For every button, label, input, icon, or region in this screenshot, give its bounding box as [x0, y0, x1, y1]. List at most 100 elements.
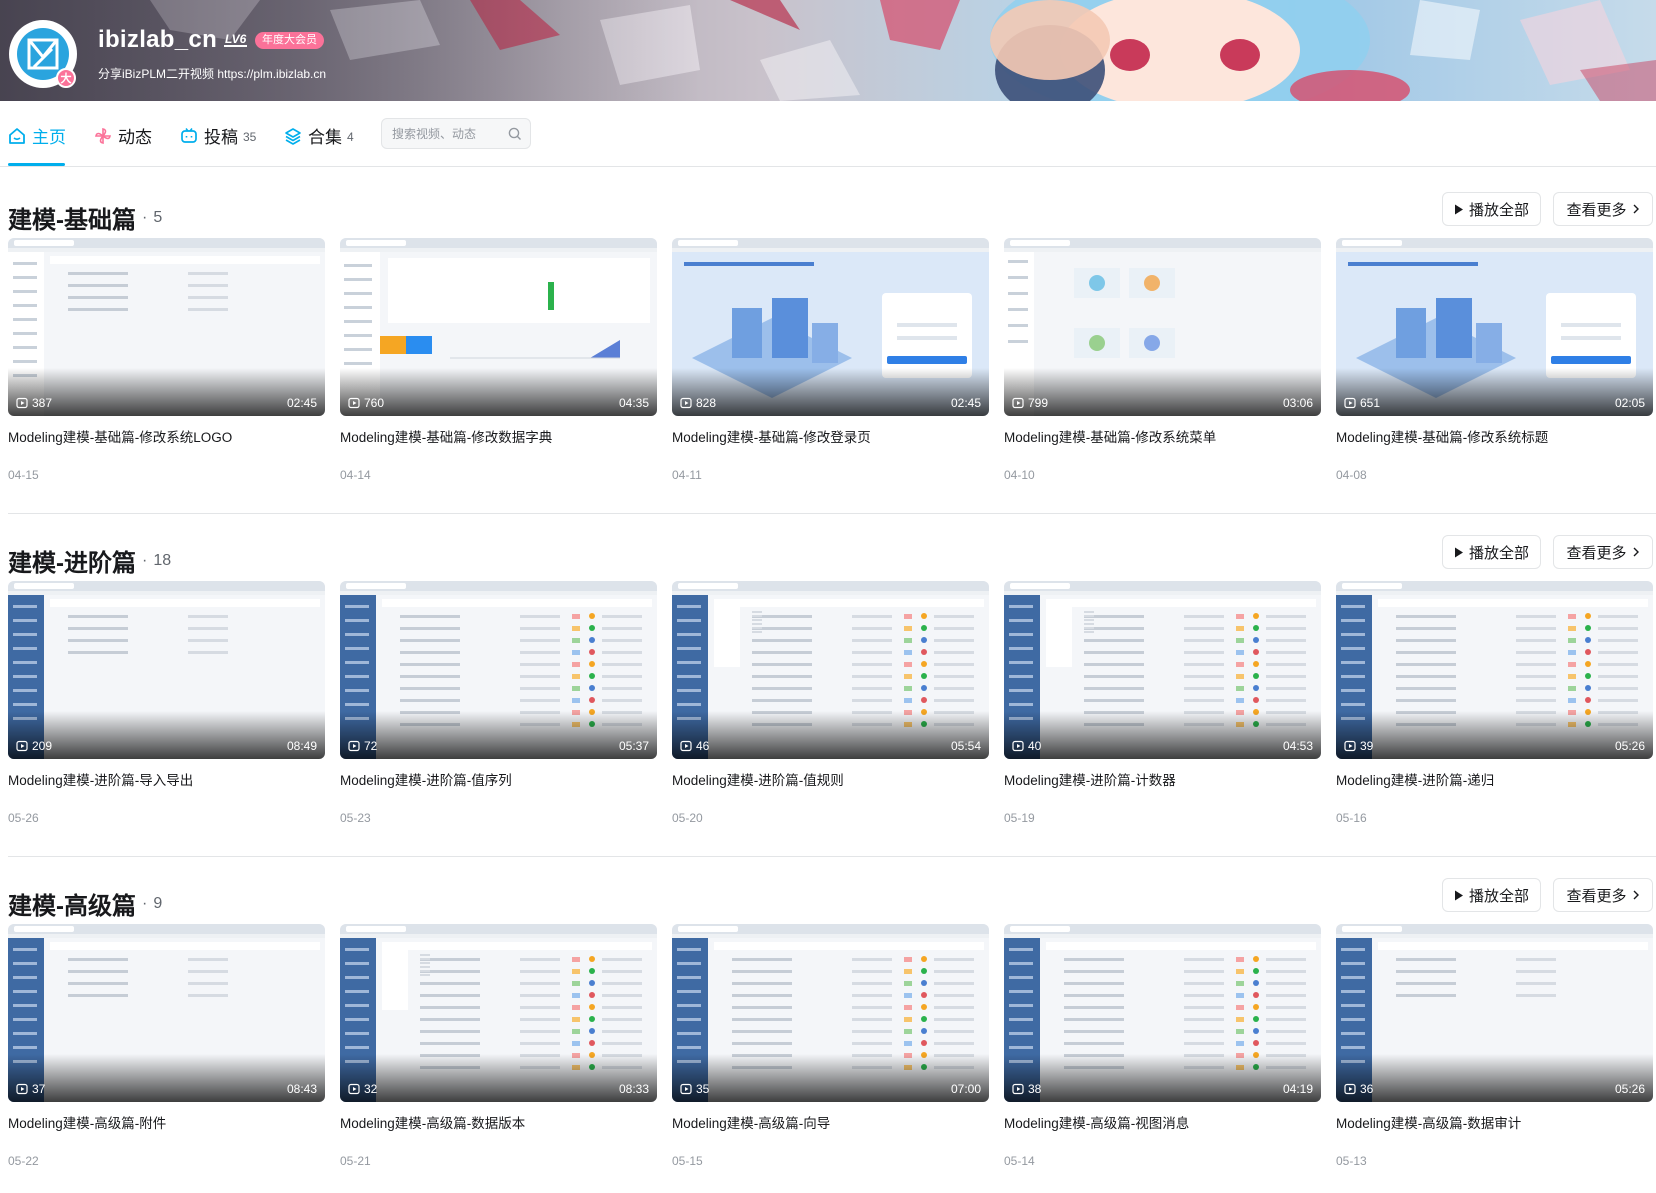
search-icon[interactable]	[508, 127, 522, 141]
video-thumbnail[interactable]: 35 07:00	[672, 924, 989, 1102]
video-card[interactable]: 40 04:53 Modeling建模-进阶篇-计数器 05-19	[1004, 581, 1321, 825]
thumbnail-gradient	[1336, 711, 1653, 759]
play-count-icon	[1344, 740, 1356, 752]
video-card[interactable]: 799 03:06 Modeling建模-基础篇-修改系统菜单 04-10	[1004, 238, 1321, 482]
play-count: 32	[348, 1082, 377, 1096]
section-title[interactable]: 建模-高级篇 9	[8, 886, 162, 921]
video-thumbnail[interactable]: 72 05:37	[340, 581, 657, 759]
tab-uploads-label: 投稿	[204, 128, 238, 147]
video-thumbnail[interactable]: 799 03:06	[1004, 238, 1321, 416]
play-count: 35	[680, 1082, 709, 1096]
video-thumbnail[interactable]: 38 04:19	[1004, 924, 1321, 1102]
tab-collections[interactable]: 合集 4	[284, 123, 354, 148]
video-title[interactable]: Modeling建模-高级篇-向导	[672, 1112, 989, 1132]
video-thumbnail[interactable]: 760 04:35	[340, 238, 657, 416]
video-title[interactable]: Modeling建模-进阶篇-导入导出	[8, 769, 325, 789]
section-title[interactable]: 建模-基础篇 5	[8, 200, 162, 235]
video-duration: 08:43	[286, 1082, 317, 1096]
video-card[interactable]: 651 02:05 Modeling建模-基础篇-修改系统标题 04-08	[1336, 238, 1653, 482]
video-duration: 05:37	[618, 739, 649, 753]
play-all-button[interactable]: 播放全部	[1442, 535, 1541, 569]
video-thumbnail[interactable]: 387 02:45	[8, 238, 325, 416]
video-card[interactable]: 46 05:54 Modeling建模-进阶篇-值规则 05-20	[672, 581, 989, 825]
video-card[interactable]: 36 05:26 Modeling建模-高级篇-数据审计 05-13	[1336, 924, 1653, 1168]
section-title[interactable]: 建模-进阶篇 18	[8, 543, 171, 578]
video-title[interactable]: Modeling建模-进阶篇-计数器	[1004, 769, 1321, 789]
video-title[interactable]: Modeling建模-高级篇-数据审计	[1336, 1112, 1653, 1132]
video-thumbnail[interactable]: 37 08:43	[8, 924, 325, 1102]
play-count: 37	[16, 1082, 45, 1096]
video-card[interactable]: 828 02:45 Modeling建模-基础篇-修改登录页 04-11	[672, 238, 989, 482]
video-thumbnail[interactable]: 32 08:33	[340, 924, 657, 1102]
play-count-value: 32	[364, 1082, 378, 1096]
video-thumbnail[interactable]: 39 05:26	[1336, 581, 1653, 759]
level-badge: LV6	[224, 32, 248, 47]
play-all-button[interactable]: 播放全部	[1442, 192, 1541, 226]
video-thumbnail[interactable]: 40 04:53	[1004, 581, 1321, 759]
tab-home[interactable]: 主页	[8, 123, 66, 148]
video-duration: 05:26	[1614, 1082, 1645, 1096]
tab-uploads[interactable]: 投稿 35	[180, 123, 256, 148]
video-title[interactable]: Modeling建模-高级篇-附件	[8, 1112, 325, 1132]
video-duration: 03:06	[1282, 396, 1313, 410]
video-duration: 05:54	[950, 739, 981, 753]
play-all-button[interactable]: 播放全部	[1442, 878, 1541, 912]
pinwheel-icon	[95, 127, 111, 144]
video-title[interactable]: Modeling建模-进阶篇-递归	[1336, 769, 1653, 789]
video-title[interactable]: Modeling建模-进阶篇-值规则	[672, 769, 989, 789]
view-more-button[interactable]: 查看更多	[1553, 878, 1653, 912]
video-grid: 37 08:43 Modeling建模-高级篇-附件 05-22 32 08:33 Mode…	[8, 924, 1656, 1168]
video-thumbnail[interactable]: 36 05:26	[1336, 924, 1653, 1102]
play-all-label: 播放全部	[1468, 887, 1529, 905]
video-thumbnail[interactable]: 651 02:05	[1336, 238, 1653, 416]
chevron-right-icon	[1633, 547, 1639, 557]
video-card[interactable]: 387 02:45 Modeling建模-基础篇-修改系统LOGO 04-15	[8, 238, 325, 482]
section-divider	[8, 513, 1656, 514]
video-card[interactable]: 38 04:19 Modeling建模-高级篇-视图消息 05-14	[1004, 924, 1321, 1168]
video-card[interactable]: 37 08:43 Modeling建模-高级篇-附件 05-22	[8, 924, 325, 1168]
view-more-button[interactable]: 查看更多	[1553, 192, 1653, 226]
search-input[interactable]	[392, 126, 502, 141]
video-title[interactable]: Modeling建模-高级篇-视图消息	[1004, 1112, 1321, 1132]
section-count: 5	[142, 209, 162, 227]
video-thumbnail[interactable]: 209 08:49	[8, 581, 325, 759]
play-count: 828	[680, 396, 716, 410]
play-count-icon	[348, 1083, 360, 1095]
username[interactable]: ibizlab_cn	[98, 26, 217, 54]
play-count: 387	[16, 396, 52, 410]
thumbnail-gradient	[8, 1054, 325, 1102]
video-title[interactable]: Modeling建模-基础篇-修改系统LOGO	[8, 426, 325, 446]
video-title[interactable]: Modeling建模-基础篇-修改数据字典	[340, 426, 657, 446]
video-card[interactable]: 39 05:26 Modeling建模-进阶篇-递归 05-16	[1336, 581, 1653, 825]
section-count: 9	[142, 895, 162, 913]
search-box[interactable]	[381, 118, 531, 149]
section-title-text: 建模-基础篇	[8, 207, 136, 234]
play-count: 799	[1012, 396, 1048, 410]
chevron-right-icon	[1633, 204, 1639, 214]
tab-dynamic[interactable]: 动态	[94, 123, 152, 148]
vip-badge[interactable]: 年度大会员	[255, 32, 324, 49]
thumbnail-gradient	[672, 711, 989, 759]
view-more-label: 查看更多	[1566, 887, 1627, 905]
thumbnail-gradient	[8, 368, 325, 416]
video-duration: 08:49	[286, 739, 317, 753]
video-thumbnail[interactable]: 828 02:45	[672, 238, 989, 416]
play-count: 72	[348, 739, 377, 753]
video-title[interactable]: Modeling建模-高级篇-数据版本	[340, 1112, 657, 1132]
video-title[interactable]: Modeling建模-基础篇-修改系统标题	[1336, 426, 1653, 446]
view-more-button[interactable]: 查看更多	[1553, 535, 1653, 569]
play-count-icon	[1012, 740, 1024, 752]
video-title[interactable]: Modeling建模-进阶篇-值序列	[340, 769, 657, 789]
video-title[interactable]: Modeling建模-基础篇-修改系统菜单	[1004, 426, 1321, 446]
video-title[interactable]: Modeling建模-基础篇-修改登录页	[672, 426, 989, 446]
video-date: 05-23	[340, 811, 371, 825]
video-thumbnail[interactable]: 46 05:54	[672, 581, 989, 759]
video-card[interactable]: 72 05:37 Modeling建模-进阶篇-值序列 05-23	[340, 581, 657, 825]
video-card[interactable]: 760 04:35 Modeling建模-基础篇-修改数据字典 04-14	[340, 238, 657, 482]
video-card[interactable]: 32 08:33 Modeling建模-高级篇-数据版本 05-21	[340, 924, 657, 1168]
layers-icon	[285, 127, 301, 145]
play-count-icon	[348, 397, 360, 409]
play-icon	[1454, 890, 1463, 900]
video-card[interactable]: 209 08:49 Modeling建模-进阶篇-导入导出 05-26	[8, 581, 325, 825]
video-card[interactable]: 35 07:00 Modeling建模-高级篇-向导 05-15	[672, 924, 989, 1168]
